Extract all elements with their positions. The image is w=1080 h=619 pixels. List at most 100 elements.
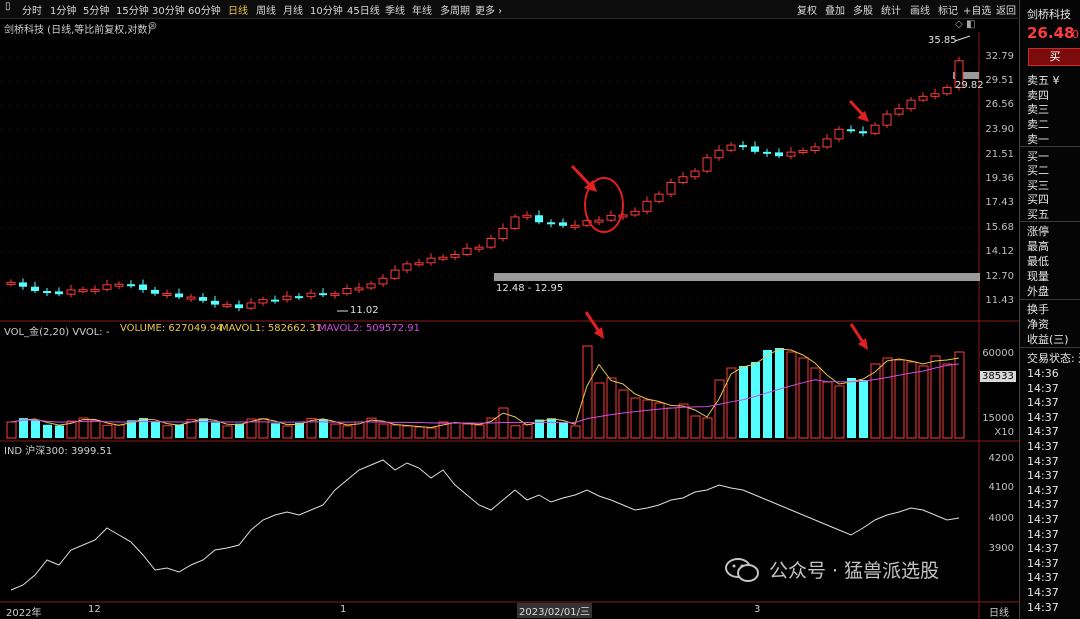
volume-bar-up: [618, 389, 629, 439]
x-label: 1: [340, 604, 347, 615]
volume-bar-up: [582, 345, 593, 439]
price-tick: 17.43: [985, 197, 1014, 208]
volume-bar-up: [690, 415, 701, 439]
stat-label: 换手: [1027, 303, 1049, 316]
diamond-icon[interactable]: ◇: [955, 19, 963, 30]
x-label: 12: [88, 604, 101, 615]
ind-tick: 4000: [988, 513, 1014, 524]
candle-up: [414, 262, 424, 266]
candle-up: [366, 283, 376, 289]
volume-bar-down: [19, 418, 28, 438]
sell-level: 卖三: [1027, 103, 1049, 116]
volume-bar-down: [55, 425, 64, 438]
volume-bar-up: [282, 425, 293, 439]
volume-bar-down: [847, 378, 856, 438]
volume-bar-up: [390, 424, 401, 439]
candle-up: [510, 216, 520, 229]
candle-up: [102, 284, 112, 290]
candle-down: [19, 282, 27, 287]
volume-bar-up: [798, 357, 809, 439]
candle-up: [726, 144, 736, 151]
volume-value: VOLUME: 627049.94: [120, 323, 223, 334]
stat-label: 现量: [1027, 270, 1049, 283]
volume-bar-down: [235, 423, 244, 438]
stat-label: 收益(三): [1027, 333, 1069, 346]
volume-bar-down: [859, 380, 868, 438]
candle-up: [666, 181, 676, 195]
candle-up: [426, 257, 436, 264]
stat-label: 最高: [1027, 240, 1049, 253]
price-tick: 29.51: [985, 75, 1014, 86]
stat-label: 涨停: [1027, 225, 1049, 238]
candle-down: [55, 291, 63, 295]
volume-header-prefix: VOL_金(2,20) VVOL: -: [4, 327, 110, 338]
candle-up: [498, 227, 508, 240]
candle-down: [739, 145, 747, 148]
tick-time: 14:36: [1027, 367, 1059, 380]
candle-up: [486, 238, 496, 248]
candle-up: [570, 224, 580, 228]
volume-bar-up: [90, 420, 101, 439]
tick-time: 14:37: [1027, 571, 1059, 585]
volume-bar-down: [175, 424, 184, 438]
candle-up: [114, 283, 124, 287]
price-tick: 14.12: [985, 246, 1014, 257]
volume-bar-up: [114, 424, 125, 439]
candle-up: [162, 293, 172, 297]
volume-bar-down: [139, 418, 148, 438]
candle-up: [354, 287, 364, 291]
sell-level: 卖二: [1027, 118, 1049, 131]
panel-split-icon[interactable]: ◧: [966, 19, 975, 30]
tick-time: 14:37: [1027, 527, 1059, 541]
candle-up: [522, 214, 532, 218]
tick-time: 14:37: [1027, 440, 1059, 453]
candle-up: [6, 281, 16, 285]
price-tick: 23.90: [985, 124, 1014, 135]
volume-bar-up: [678, 403, 689, 439]
low-price-label: 11.02: [350, 305, 379, 316]
trade-status: 交易状态: 连: [1027, 352, 1080, 365]
tick-time: 14:37: [1027, 513, 1059, 526]
stock-name: 剑桥科技: [1027, 8, 1071, 21]
candle-up: [306, 292, 316, 298]
stat-label: 外盘: [1027, 285, 1049, 298]
high-pointer-line: [954, 35, 971, 42]
buy-level: 买二: [1027, 164, 1049, 177]
ind-tick: 3900: [988, 543, 1014, 554]
tick-time: 14:37: [1027, 542, 1059, 556]
tick-time: 14:37: [1027, 556, 1059, 570]
candle-down: [175, 293, 183, 298]
annotation-arrow: [584, 311, 604, 339]
volume-bar-up: [474, 424, 485, 439]
candle-up: [870, 124, 880, 134]
volume-bar-up: [342, 425, 353, 439]
x-cursor-label: 2023/02/01/三: [517, 603, 593, 618]
buy-button[interactable]: 买: [1028, 48, 1080, 66]
mavol1-value: MAVOL1: 582662.31: [220, 323, 322, 334]
candle-down: [271, 299, 279, 302]
volume-bar-up: [330, 423, 341, 439]
candle-down: [235, 304, 243, 309]
sell-level: 卖五 ¥: [1027, 74, 1060, 87]
tick-time: 14:37: [1027, 410, 1059, 424]
x-label: 3: [754, 604, 761, 615]
volume-bar-up: [942, 363, 953, 439]
candle-up: [798, 149, 808, 153]
volume-bar-up: [654, 402, 665, 439]
candle-down: [535, 215, 543, 223]
tick-time: 14:37: [1027, 381, 1059, 395]
candle-up: [78, 289, 88, 293]
tick-time: 14:37: [1027, 396, 1059, 410]
current-volume-marker: 38533: [980, 371, 1016, 382]
price-change: 0.: [1072, 28, 1080, 41]
price-tick: 32.79: [985, 51, 1014, 62]
candle-up: [690, 170, 700, 178]
price-tick: 12.70: [985, 271, 1014, 282]
candle-down: [559, 222, 567, 226]
volume-bar-up: [594, 382, 605, 439]
candle-up: [438, 256, 448, 260]
candle-up: [882, 113, 892, 126]
volume-bar-up: [810, 367, 821, 439]
current-price: 26.48: [1027, 24, 1075, 42]
candle-up: [606, 215, 616, 221]
